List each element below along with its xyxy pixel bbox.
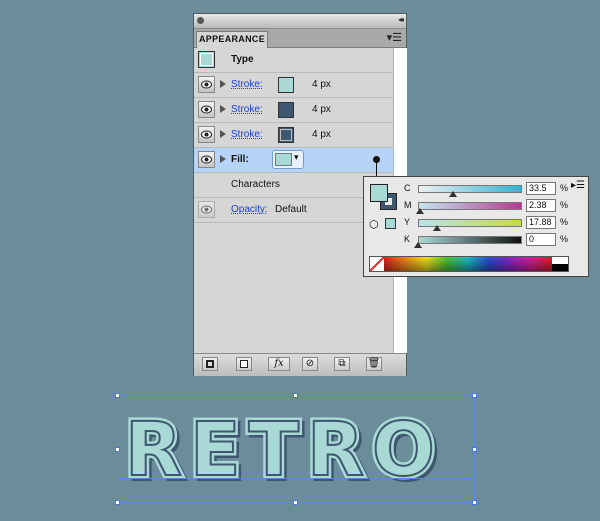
- magenta-input[interactable]: 2.38: [526, 199, 556, 212]
- close-panel-button[interactable]: [197, 17, 204, 24]
- visibility-eye-icon[interactable]: [198, 101, 215, 118]
- black-slider-row: K 0 %: [364, 233, 590, 248]
- visibility-eye-icon[interactable]: [198, 76, 215, 93]
- cyan-label: C: [404, 183, 411, 193]
- clear-appearance-icon[interactable]: ⊘: [302, 357, 318, 371]
- none-color-swatch[interactable]: [370, 257, 385, 271]
- cyan-slider-thumb[interactable]: [448, 191, 457, 197]
- opacity-value: Default: [275, 204, 307, 215]
- panel-tabbar: APPEARANCE ▾☰: [194, 29, 406, 48]
- selection-handle[interactable]: [115, 447, 120, 452]
- magenta-slider[interactable]: [418, 202, 522, 210]
- retro-text-object[interactable]: RETRO RETRO RETRO: [115, 393, 477, 505]
- percent-unit: %: [560, 217, 569, 227]
- retro-artwork: RETRO RETRO RETRO: [122, 404, 443, 500]
- text-baseline: [117, 478, 475, 479]
- visibility-eye-icon[interactable]: [198, 126, 215, 143]
- black-input[interactable]: 0: [526, 233, 556, 246]
- fill-swatch: [275, 153, 292, 166]
- black-slider[interactable]: [418, 236, 522, 244]
- visibility-eye-icon[interactable]: [198, 201, 215, 218]
- add-new-effect-icon[interactable]: fx: [268, 357, 290, 371]
- popup-connector-line: [376, 157, 377, 177]
- stroke-swatch[interactable]: [278, 127, 294, 143]
- selection-handle[interactable]: [293, 500, 298, 505]
- selection-handle[interactable]: [472, 500, 477, 505]
- disclosure-triangle-icon[interactable]: [220, 155, 226, 163]
- retro-text-inline: RETRO: [125, 407, 443, 493]
- type-row[interactable]: Type: [194, 48, 393, 73]
- disclosure-triangle-icon[interactable]: [220, 80, 226, 88]
- add-new-fill-icon[interactable]: [236, 357, 252, 371]
- stroke-row[interactable]: Stroke: 4 px: [194, 123, 393, 148]
- selection-handle[interactable]: [115, 500, 120, 505]
- selection-handle[interactable]: [293, 393, 298, 398]
- percent-unit: %: [560, 200, 569, 210]
- black-slider-thumb[interactable]: [414, 242, 422, 248]
- stroke-swatch[interactable]: [278, 102, 294, 118]
- duplicate-item-icon[interactable]: ⧉: [334, 357, 350, 371]
- delete-item-icon[interactable]: 🗑: [366, 357, 382, 371]
- stroke-link[interactable]: Stroke:: [231, 129, 263, 140]
- panel-bottom-toolbar: fx ⊘ ⧉ 🗑: [194, 353, 406, 376]
- type-thumbnail: [198, 51, 215, 68]
- opacity-link[interactable]: Opacity:: [231, 204, 268, 215]
- percent-unit: %: [560, 183, 569, 193]
- stroke-row[interactable]: Stroke: 4 px: [194, 98, 393, 123]
- fill-color-dropdown[interactable]: ▾: [272, 150, 304, 169]
- disclosure-triangle-icon[interactable]: [220, 130, 226, 138]
- fill-row[interactable]: Fill: ▾: [194, 148, 393, 173]
- percent-unit: %: [560, 234, 569, 244]
- selection-handle[interactable]: [115, 393, 120, 398]
- selection-handle[interactable]: [472, 393, 477, 398]
- fill-label[interactable]: Fill:: [231, 154, 249, 165]
- chevron-down-icon: ▾: [294, 152, 299, 162]
- cyan-slider-row: C 33.5 %: [364, 182, 590, 197]
- magenta-slider-thumb[interactable]: [416, 208, 425, 214]
- effect-fx-label: fx: [274, 358, 284, 369]
- stroke-weight[interactable]: 4 px: [312, 79, 331, 90]
- black-label: K: [404, 234, 411, 244]
- yellow-input[interactable]: 17.88: [526, 216, 556, 229]
- tab-appearance[interactable]: APPEARANCE: [196, 31, 268, 48]
- selection-handle[interactable]: [472, 447, 477, 452]
- stroke-swatch[interactable]: [278, 77, 294, 93]
- stroke-weight[interactable]: 4 px: [312, 129, 331, 140]
- stroke-link[interactable]: Stroke:: [231, 79, 263, 90]
- object-type-label: Type: [231, 54, 254, 65]
- magenta-label: M: [404, 200, 412, 210]
- stroke-weight[interactable]: 4 px: [312, 104, 331, 115]
- yellow-label: Y: [404, 217, 411, 227]
- visibility-eye-icon[interactable]: [198, 151, 215, 168]
- yellow-slider-thumb[interactable]: [432, 225, 441, 231]
- color-spectrum-ramp[interactable]: [369, 256, 569, 272]
- color-popup: ▸☰ ⬡ C 33.5 % M 2.38 % Y 17.88 % K 0 %: [363, 176, 589, 277]
- stroke-row[interactable]: Stroke: 4 px: [194, 73, 393, 98]
- magenta-slider-row: M 2.38 %: [364, 199, 590, 214]
- cyan-slider[interactable]: [418, 185, 522, 193]
- panel-titlebar[interactable]: ◂◂: [194, 14, 406, 29]
- panel-menu-icon[interactable]: ▾☰: [387, 31, 402, 44]
- cyan-input[interactable]: 33.5: [526, 182, 556, 195]
- yellow-slider-row: Y 17.88 %: [364, 216, 590, 231]
- collapse-panel-icon[interactable]: ◂◂: [398, 15, 404, 24]
- stroke-link[interactable]: Stroke:: [231, 104, 263, 115]
- characters-label: Characters: [231, 179, 280, 190]
- disclosure-triangle-icon[interactable]: [220, 105, 226, 113]
- add-new-stroke-icon[interactable]: [202, 357, 218, 371]
